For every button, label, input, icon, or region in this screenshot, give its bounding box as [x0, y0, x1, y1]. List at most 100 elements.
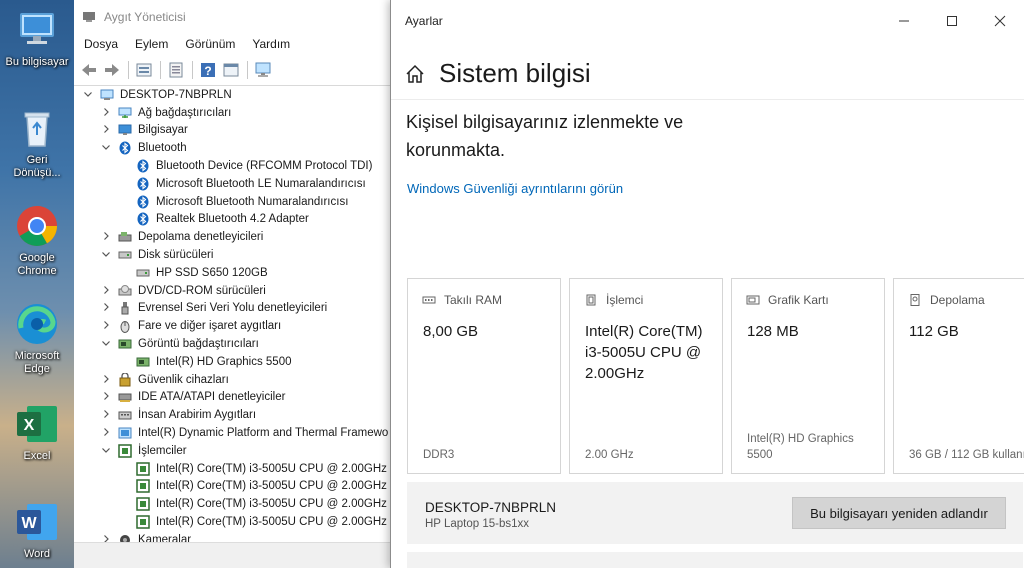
desktop-icon-this-pc[interactable]: Bu bilgisayar: [0, 8, 74, 69]
window-title: Aygıt Yöneticisi: [104, 10, 186, 24]
card-value: 8,00 GB: [423, 323, 479, 340]
tree-node[interactable]: Microsoft Bluetooth Numaralandırıcısı: [74, 193, 390, 211]
tree-node[interactable]: IDE ATA/ATAPI denetleyiciler: [74, 389, 390, 407]
chevron-down-icon[interactable]: [100, 338, 112, 350]
processor-card: İşlemci Intel(R) Core(TM) i3-5005U CPU @…: [569, 278, 723, 474]
card-footer: 36 GB / 112 GB kullanıldı: [909, 449, 1024, 461]
bluetooth-icon: [118, 141, 132, 155]
menu-action[interactable]: Eylem: [135, 37, 168, 51]
chevron-down-icon[interactable]: [82, 89, 94, 101]
toolbar: ?: [74, 54, 393, 86]
toolbar-separator: [247, 60, 248, 79]
windows-security-link[interactable]: Windows Güvenliği ayrıntılarını görün: [407, 181, 623, 196]
list-view-icon[interactable]: [167, 61, 185, 79]
processor-icon: [136, 515, 150, 529]
horizontal-scrollbar[interactable]: [74, 542, 390, 568]
device-manager-icon: [82, 10, 96, 24]
chevron-right-icon[interactable]: [100, 285, 112, 297]
chevron-right-icon[interactable]: [100, 391, 112, 403]
card-title: Takılı RAM: [444, 293, 503, 307]
desktop-icon-excel[interactable]: X Excel: [0, 402, 74, 463]
desktop-icon-label: Excel: [23, 450, 51, 462]
tree-node-label: Intel(R) Core(TM) i3-5005U CPU @ 2.00GHz: [156, 462, 387, 475]
tree-node[interactable]: Ağ bağdaştırıcıları: [74, 104, 390, 122]
details-icon[interactable]: [222, 61, 240, 79]
tree-node[interactable]: Disk sürücüleri: [74, 246, 390, 264]
tree-node[interactable]: Görüntü bağdaştırıcıları: [74, 335, 390, 353]
tree-node[interactable]: Bluetooth Device (RFCOMM Protocol TDI): [74, 157, 390, 175]
tree-node[interactable]: Bilgisayar: [74, 122, 390, 140]
maximize-button[interactable]: [928, 0, 976, 42]
card-value: Intel(R) Core(TM) i3-5005U CPU @ 2.00GHz: [585, 323, 703, 382]
chevron-right-icon[interactable]: [100, 302, 112, 314]
tree-node[interactable]: Depolama denetleyicileri: [74, 228, 390, 246]
hid-icon: [118, 408, 132, 422]
chevron-right-icon[interactable]: [100, 409, 112, 421]
desktop-icon-word[interactable]: W Word: [0, 500, 74, 561]
help-icon[interactable]: ?: [199, 61, 217, 79]
forward-arrow-icon[interactable]: [103, 61, 121, 79]
desktop-icon-edge[interactable]: Microsoft Edge: [0, 302, 74, 376]
card-title: Grafik Kartı: [768, 293, 829, 307]
platform-icon: [118, 426, 132, 440]
tree-node[interactable]: Intel(R) HD Graphics 5500: [74, 353, 390, 371]
device-tree: DESKTOP-7NBPRLN Ağ bağdaştırıcıları Bilgis…: [74, 86, 390, 542]
tree-node[interactable]: Intel(R) Core(TM) i3-5005U CPU @ 2.00GHz: [74, 495, 390, 513]
security-device-icon: [118, 372, 132, 387]
chevron-right-icon[interactable]: [100, 320, 112, 332]
tree-node[interactable]: Realtek Bluetooth 4.2 Adapter: [74, 211, 390, 229]
card-footer: DDR3: [423, 449, 455, 461]
tree-node[interactable]: İşlemciler: [74, 442, 390, 460]
menu-file[interactable]: Dosya: [84, 37, 118, 51]
tree-node[interactable]: Intel(R) Core(TM) i3-5005U CPU @ 2.00GHz: [74, 478, 390, 496]
tree-node[interactable]: DESKTOP-7NBPRLN: [74, 86, 390, 104]
tree-node[interactable]: Güvenlik cihazları: [74, 371, 390, 389]
tree-node-label: DESKTOP-7NBPRLN: [120, 88, 232, 101]
chevron-down-icon[interactable]: [100, 249, 112, 261]
properties-icon[interactable]: [135, 61, 153, 79]
tree-node[interactable]: Intel(R) Core(TM) i3-5005U CPU @ 2.00GHz: [74, 513, 390, 531]
scan-hardware-icon[interactable]: [254, 61, 272, 79]
close-button[interactable]: [976, 0, 1024, 42]
tree-node-label: HP SSD S650 120GB: [156, 266, 268, 279]
chevron-right-icon[interactable]: [100, 427, 112, 439]
tree-node[interactable]: Evrensel Seri Veri Yolu denetleyicileri: [74, 300, 390, 318]
tree-node-label: Intel(R) Dynamic Platform and Thermal Fr…: [138, 427, 389, 440]
chevron-down-icon[interactable]: [100, 445, 112, 457]
protection-status-text: Kişisel bilgisayarınız izlenmekte ve kor…: [406, 112, 684, 160]
desktop-icon-label: Google Chrome: [17, 252, 57, 277]
recycle-bin-icon: [15, 106, 59, 150]
minimize-button[interactable]: [880, 0, 928, 42]
tree-node[interactable]: Intel(R) Dynamic Platform and Thermal Fr…: [74, 424, 390, 442]
desktop-icon-chrome[interactable]: Google Chrome: [0, 204, 74, 278]
edge-icon: [15, 302, 59, 346]
tree-node-label: Intel(R) Core(TM) i3-5005U CPU @ 2.00GHz: [156, 498, 387, 511]
tree-node-label: Ağ bağdaştırıcıları: [138, 106, 232, 119]
home-icon[interactable]: [405, 64, 425, 84]
chevron-right-icon[interactable]: [100, 231, 112, 243]
menu-help[interactable]: Yardım: [252, 37, 290, 51]
chevron-right-icon[interactable]: [100, 374, 112, 386]
window-title: Ayarlar: [405, 14, 443, 28]
card-footer: Intel(R) HD Graphics 5500: [747, 433, 854, 461]
rename-pc-button[interactable]: Bu bilgisayarı yeniden adlandır: [792, 497, 1006, 529]
chevron-right-icon[interactable]: [100, 534, 112, 542]
tree-node[interactable]: DVD/CD-ROM sürücüleri: [74, 282, 390, 300]
mouse-icon: [118, 319, 132, 334]
tree-node[interactable]: Fare ve diğer işaret aygıtları: [74, 317, 390, 335]
bluetooth-icon: [136, 212, 150, 226]
desktop-icon-recycle-bin[interactable]: Geri Dönüşü...: [0, 106, 74, 180]
device-manager-titlebar[interactable]: Aygıt Yöneticisi: [74, 0, 393, 34]
chevron-right-icon[interactable]: [100, 124, 112, 136]
tree-node[interactable]: İnsan Arabirim Aygıtları: [74, 406, 390, 424]
tree-node[interactable]: Kameralar: [74, 531, 390, 542]
menu-view[interactable]: Görünüm: [185, 37, 235, 51]
tree-node[interactable]: Bluetooth: [74, 139, 390, 157]
back-arrow-icon[interactable]: [80, 61, 98, 79]
tree-node[interactable]: Microsoft Bluetooth LE Numaralandırıcısı: [74, 175, 390, 193]
desktop-icon-label: Microsoft Edge: [14, 350, 60, 375]
tree-node[interactable]: Intel(R) Core(TM) i3-5005U CPU @ 2.00GHz: [74, 460, 390, 478]
chevron-down-icon[interactable]: [100, 142, 112, 154]
tree-node[interactable]: HP SSD S650 120GB: [74, 264, 390, 282]
chevron-right-icon[interactable]: [100, 107, 112, 119]
